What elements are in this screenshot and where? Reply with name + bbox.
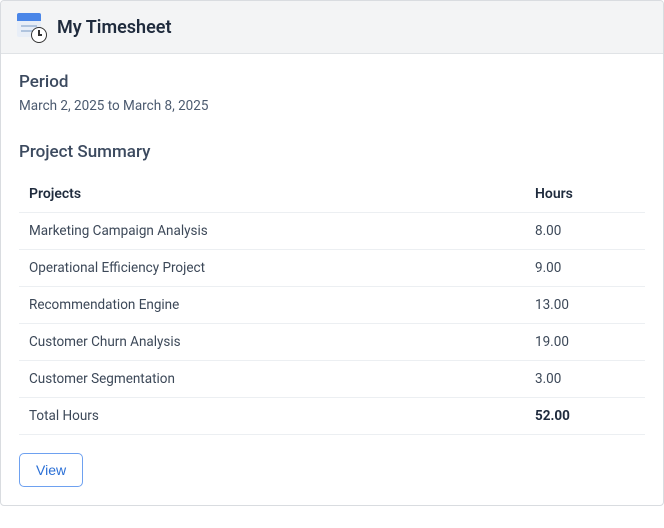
project-summary-title: Project Summary bbox=[19, 142, 645, 162]
hours-cell: 9.00 bbox=[525, 250, 645, 287]
project-summary-table: Projects Hours Marketing Campaign Analys… bbox=[19, 176, 645, 435]
card-header: My Timesheet bbox=[1, 1, 663, 54]
timesheet-card: My Timesheet Period March 2, 2025 to Mar… bbox=[0, 0, 664, 506]
project-cell: Operational Efficiency Project bbox=[19, 250, 525, 287]
project-cell: Marketing Campaign Analysis bbox=[19, 213, 525, 250]
table-row: Marketing Campaign Analysis 8.00 bbox=[19, 213, 645, 250]
hours-cell: 3.00 bbox=[525, 361, 645, 398]
timesheet-icon bbox=[17, 13, 45, 41]
col-header-projects: Projects bbox=[19, 176, 525, 213]
hours-cell: 19.00 bbox=[525, 324, 645, 361]
table-row: Customer Churn Analysis 19.00 bbox=[19, 324, 645, 361]
table-row: Recommendation Engine 13.00 bbox=[19, 287, 645, 324]
table-row: Operational Efficiency Project 9.00 bbox=[19, 250, 645, 287]
col-header-hours: Hours bbox=[525, 176, 645, 213]
total-label-cell: Total Hours bbox=[19, 398, 525, 435]
project-cell: Recommendation Engine bbox=[19, 287, 525, 324]
card-title: My Timesheet bbox=[57, 17, 172, 38]
project-cell: Customer Segmentation bbox=[19, 361, 525, 398]
total-hours-cell: 52.00 bbox=[525, 398, 645, 435]
hours-cell: 8.00 bbox=[525, 213, 645, 250]
project-cell: Customer Churn Analysis bbox=[19, 324, 525, 361]
view-button[interactable]: View bbox=[19, 453, 83, 487]
period-value: March 2, 2025 to March 8, 2025 bbox=[19, 98, 645, 114]
period-label: Period bbox=[19, 72, 645, 92]
hours-cell: 13.00 bbox=[525, 287, 645, 324]
card-body: Period March 2, 2025 to March 8, 2025 Pr… bbox=[1, 54, 663, 505]
total-row: Total Hours 52.00 bbox=[19, 398, 645, 435]
table-row: Customer Segmentation 3.00 bbox=[19, 361, 645, 398]
